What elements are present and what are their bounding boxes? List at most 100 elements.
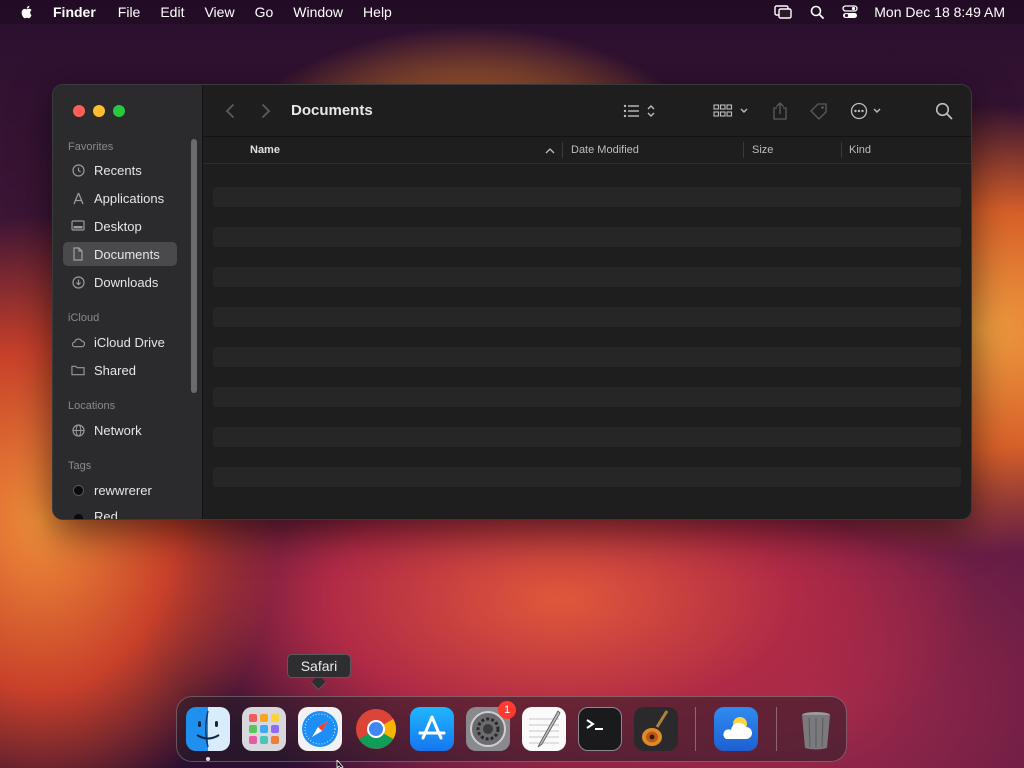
sidebar-item-documents[interactable]: Documents	[63, 242, 177, 266]
dock-garageband-icon[interactable]	[634, 707, 678, 751]
list-row-empty	[213, 227, 961, 247]
group-by-button[interactable]	[713, 85, 749, 136]
share-icon[interactable]	[772, 85, 788, 136]
list-row-empty	[213, 347, 961, 367]
sidebar-item-applications[interactable]: Applications	[63, 186, 177, 210]
dock-trash-icon[interactable]	[794, 707, 838, 751]
sidebar-item-desktop[interactable]: Desktop	[63, 214, 177, 238]
sidebar-item-label: Desktop	[94, 218, 142, 234]
tag-dot-icon	[71, 511, 85, 519]
column-headers: Name Date Modified Size Kind	[203, 137, 971, 164]
sidebar-item-label: Applications	[94, 190, 165, 206]
sidebar: Favorites Recents Applications Desktop D…	[53, 85, 203, 519]
zoom-button[interactable]	[113, 105, 125, 117]
window-controls	[73, 105, 133, 117]
finder-window: Favorites Recents Applications Desktop D…	[52, 84, 972, 520]
dock-weather-icon[interactable]	[714, 707, 758, 751]
dock: 1	[176, 696, 847, 762]
minimize-button[interactable]	[93, 105, 105, 117]
dock-textedit-icon[interactable]	[522, 707, 566, 751]
sidebar-section-icloud: iCloud	[68, 312, 100, 324]
sort-ascending-icon[interactable]	[545, 146, 555, 158]
sidebar-item-label: Downloads	[94, 274, 159, 290]
close-button[interactable]	[73, 105, 85, 117]
forward-button[interactable]	[261, 85, 271, 136]
sidebar-item-label: Shared	[94, 362, 136, 378]
mouse-cursor-icon	[336, 760, 344, 768]
column-name[interactable]: Name	[250, 144, 280, 156]
window-title: Documents	[291, 102, 373, 119]
menu-clock[interactable]: Mon Dec 18 8:49 AM	[874, 4, 1005, 20]
view-list-button[interactable]	[623, 85, 657, 136]
sidebar-tag-red[interactable]: Red	[63, 506, 177, 520]
menu-bar: Finder File Edit View Go Window Help Mon…	[0, 0, 1024, 24]
dock-separator	[776, 707, 777, 751]
column-kind[interactable]: Kind	[849, 144, 871, 156]
list-row-empty	[213, 267, 961, 287]
document-icon	[71, 247, 85, 261]
sidebar-item-label: Red	[94, 509, 118, 520]
globe-icon	[71, 423, 85, 437]
menu-app-name[interactable]: Finder	[53, 4, 96, 20]
column-size[interactable]: Size	[752, 144, 773, 156]
dock-chrome-icon[interactable]	[354, 707, 398, 751]
sidebar-item-label: Documents	[94, 246, 160, 262]
menu-view[interactable]: View	[204, 4, 234, 20]
clock-icon	[71, 163, 85, 177]
toolbar: Documents	[203, 85, 971, 137]
sidebar-item-shared[interactable]: Shared	[63, 358, 177, 382]
list-row-empty	[213, 387, 961, 407]
dock-launchpad-icon[interactable]	[242, 707, 286, 751]
sidebar-section-tags: Tags	[68, 460, 92, 472]
sidebar-item-label: Network	[94, 422, 142, 438]
tag-dot-icon	[71, 483, 85, 497]
dock-finder-icon[interactable]	[186, 707, 230, 751]
search-icon[interactable]	[810, 5, 825, 19]
apple-menu-icon[interactable]	[19, 4, 35, 20]
column-divider[interactable]	[743, 142, 744, 158]
list-row-empty	[213, 467, 961, 487]
sidebar-item-label: iCloud Drive	[94, 334, 165, 350]
running-indicator	[206, 757, 210, 761]
shared-folder-icon	[71, 363, 85, 377]
column-date-modified[interactable]: Date Modified	[571, 144, 639, 156]
tag-icon[interactable]	[809, 85, 829, 136]
column-divider[interactable]	[562, 142, 563, 158]
sidebar-section-locations: Locations	[68, 400, 116, 412]
screen-mirroring-icon[interactable]	[774, 5, 792, 19]
sidebar-section-favorites: Favorites	[68, 141, 114, 153]
sidebar-item-downloads[interactable]: Downloads	[63, 270, 177, 294]
column-divider[interactable]	[841, 142, 842, 158]
menu-help[interactable]: Help	[363, 4, 392, 20]
control-center-icon[interactable]	[842, 5, 858, 19]
sidebar-item-icloud-drive[interactable]: iCloud Drive	[63, 330, 177, 354]
sidebar-item-label: rewwrerer	[94, 482, 152, 498]
dock-safari-icon[interactable]	[298, 707, 342, 751]
list-row-empty	[213, 187, 961, 207]
dock-separator	[695, 707, 696, 751]
download-icon	[71, 275, 85, 289]
sidebar-item-label: Recents	[94, 162, 142, 178]
back-button[interactable]	[225, 85, 235, 136]
cloud-icon	[71, 335, 85, 349]
menu-file[interactable]: File	[118, 4, 141, 20]
dock-terminal-icon[interactable]	[578, 707, 622, 751]
menu-go[interactable]: Go	[255, 4, 274, 20]
sidebar-item-network[interactable]: Network	[63, 418, 177, 442]
list-row-empty	[213, 427, 961, 447]
search-icon[interactable]	[935, 85, 953, 136]
notification-badge: 1	[498, 701, 516, 719]
desktop-icon	[71, 219, 85, 233]
dock-tooltip: Safari	[287, 654, 351, 678]
dock-app-store-icon[interactable]	[410, 707, 454, 751]
sidebar-item-recents[interactable]: Recents	[63, 158, 177, 182]
file-list	[213, 187, 961, 507]
sidebar-scrollbar[interactable]	[191, 139, 197, 393]
list-row-empty	[213, 307, 961, 327]
menu-edit[interactable]: Edit	[160, 4, 184, 20]
main-content: Documents Name Date Modified Size Kind	[203, 85, 971, 519]
applications-icon	[71, 191, 85, 205]
sidebar-tag-rewwrerer[interactable]: rewwrerer	[63, 478, 177, 502]
menu-window[interactable]: Window	[293, 4, 343, 20]
more-actions-button[interactable]	[850, 85, 886, 136]
